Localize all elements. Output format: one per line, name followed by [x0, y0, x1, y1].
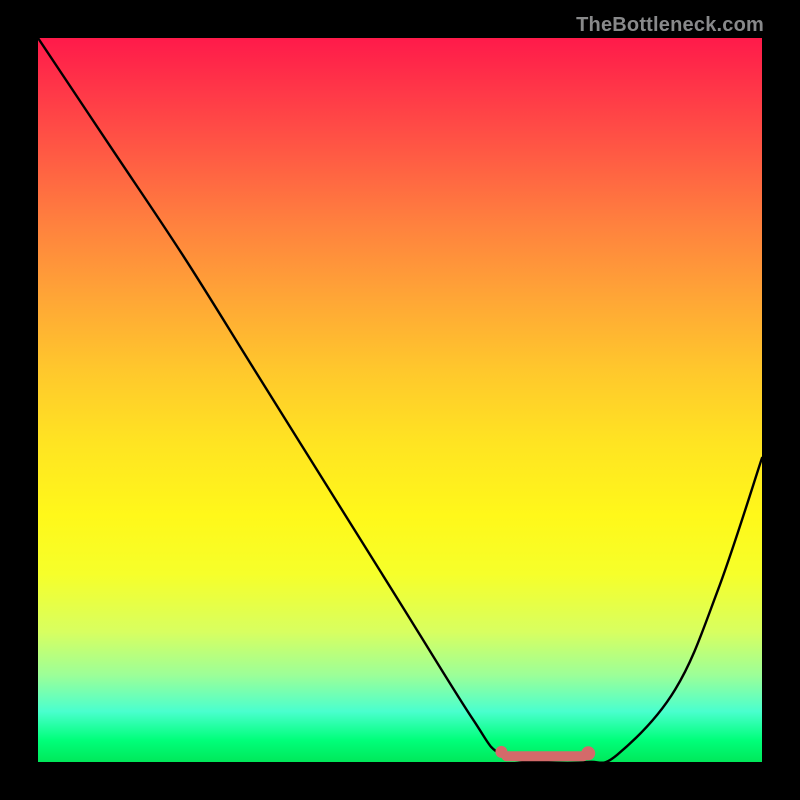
chart-curve — [38, 38, 762, 762]
data-marker — [495, 746, 507, 758]
data-marker — [581, 746, 595, 760]
watermark-text: TheBottleneck.com — [576, 14, 764, 37]
chart-curve-group — [38, 38, 762, 762]
plot-area — [38, 38, 762, 762]
flat-segment-bar — [501, 751, 588, 761]
chart-frame: TheBottleneck.com — [0, 0, 800, 800]
chart-svg — [38, 38, 762, 762]
